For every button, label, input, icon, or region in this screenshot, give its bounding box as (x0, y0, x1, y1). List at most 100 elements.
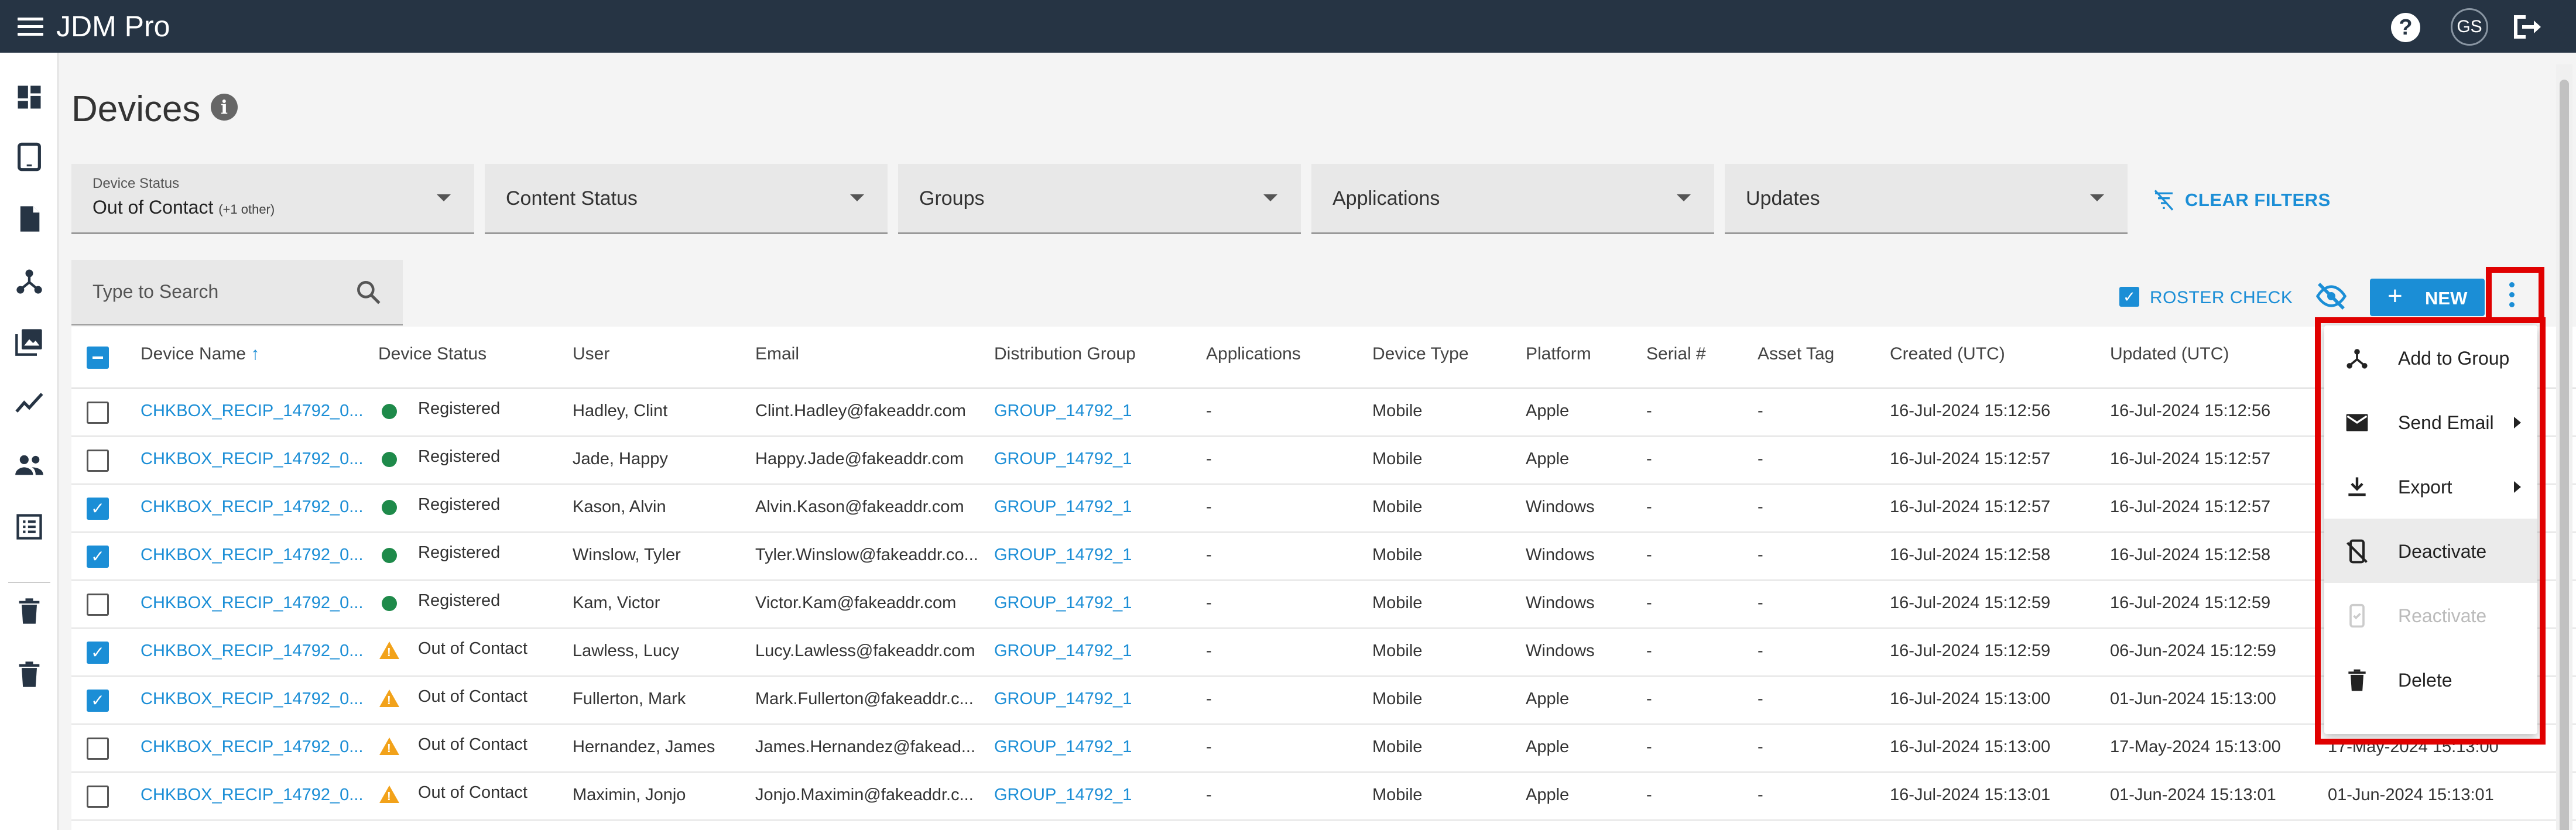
row-checkbox[interactable] (87, 594, 109, 616)
table-row[interactable]: ✓ CHKBOX_RECIP_14792_0... Registered Winslo… (71, 533, 2576, 581)
filter-content-status[interactable]: Content Status (485, 164, 888, 234)
column-header[interactable]: Device Type (1372, 344, 1469, 364)
column-header[interactable]: User (573, 344, 609, 364)
scrollbar-thumb[interactable] (2560, 80, 2569, 830)
cell-serial: - (1646, 786, 1652, 804)
chevron-down-icon (437, 194, 451, 201)
column-header[interactable]: Distribution Group (994, 344, 1136, 364)
cell-group[interactable]: GROUP_14792_1 (994, 450, 1132, 469)
table-row[interactable]: CHKBOX_RECIP_14792_0... Registered Jade, H… (71, 437, 2576, 485)
dashboard-icon[interactable] (14, 82, 44, 112)
table-row[interactable]: CHKBOX_RECIP_14792_0... Registered Kam, Vi… (71, 581, 2576, 629)
document-icon[interactable] (14, 204, 44, 234)
status-ok-icon (382, 500, 397, 515)
hamburger-menu-icon[interactable] (18, 18, 43, 36)
logout-icon[interactable] (2512, 13, 2542, 41)
trending-chart-icon[interactable] (14, 387, 44, 418)
cell-created: 16-Jul-2024 15:13:00 (1890, 738, 2051, 756)
row-checkbox[interactable]: ✓ (87, 498, 109, 520)
cell-status: Out of Contact (418, 735, 527, 754)
table-row[interactable]: CHKBOX_RECIP_14792_0... Out of Contact Max… (71, 773, 2576, 821)
cell-updated: 16-Jul-2024 15:12:57 (2110, 498, 2271, 516)
help-icon[interactable]: ? (2391, 13, 2420, 42)
column-header[interactable]: Updated (UTC) (2110, 344, 2229, 364)
photo-library-icon[interactable] (14, 327, 44, 357)
filter-device-status[interactable]: Device Status Out of Contact (+1 other) (71, 164, 474, 234)
table-row[interactable]: ✓ CHKBOX_RECIP_14792_0... Registered Kason,… (71, 485, 2576, 533)
cell-group[interactable]: GROUP_14792_1 (994, 498, 1132, 517)
cell-created: 16-Jul-2024 15:12:57 (1890, 498, 2051, 516)
table-header: Device Name ↑ Device Status User Email D… (71, 327, 2576, 389)
highlight-box (2315, 317, 2546, 745)
trash-icon[interactable] (14, 596, 44, 626)
column-header[interactable]: Serial # (1646, 344, 1706, 364)
info-icon[interactable]: i (211, 94, 238, 121)
search-input[interactable]: Type to Search (71, 260, 403, 325)
cell-name[interactable]: CHKBOX_RECIP_14792_0... (141, 594, 363, 613)
cell-name[interactable]: CHKBOX_RECIP_14792_0... (141, 738, 363, 757)
hub-icon[interactable] (14, 266, 44, 296)
cell-group[interactable]: GROUP_14792_1 (994, 402, 1132, 421)
column-header[interactable]: Asset Tag (1758, 344, 1834, 364)
people-icon[interactable] (14, 450, 44, 480)
select-all-checkbox[interactable] (87, 347, 109, 369)
row-checkbox[interactable]: ✓ (87, 690, 109, 712)
row-checkbox[interactable]: ✓ (87, 546, 109, 568)
user-avatar[interactable]: GS (2451, 8, 2488, 46)
cell-email: Tyler.Winslow@fakeaddr.co... (755, 546, 978, 564)
row-checkbox[interactable] (87, 786, 109, 808)
table-row[interactable]: CHKBOX_RECIP_14792_0... Registered Hadley,… (71, 389, 2576, 437)
trash-icon[interactable] (14, 659, 44, 690)
cell-name[interactable]: CHKBOX_RECIP_14792_0... (141, 402, 363, 421)
row-checkbox[interactable] (87, 402, 109, 424)
sort-ascending-icon: ↑ (251, 344, 260, 363)
cell-serial: - (1646, 738, 1652, 756)
cell-name[interactable]: CHKBOX_RECIP_14792_0... (141, 498, 363, 517)
column-header[interactable]: Platform (1526, 344, 1591, 364)
filter-value: Content Status (506, 187, 638, 210)
chevron-down-icon (1677, 194, 1691, 201)
cell-group[interactable]: GROUP_14792_1 (994, 546, 1132, 565)
cell-type: Mobile (1372, 690, 1423, 708)
filter-applications[interactable]: Applications (1311, 164, 1714, 234)
filter-value: Out of Contact (+1 other) (93, 197, 275, 218)
column-header[interactable]: Device Status (378, 344, 487, 364)
column-header[interactable]: Created (UTC) (1890, 344, 2005, 364)
cell-platform: Windows (1526, 642, 1595, 660)
table-row[interactable]: CHKBOX_RECIP_14792_0... Out of Contact Her… (71, 725, 2576, 773)
new-button[interactable]: + NEW (2370, 279, 2485, 316)
column-header[interactable]: Device Name ↑ (141, 344, 259, 364)
filter-updates[interactable]: Updates (1725, 164, 2128, 234)
row-checkbox[interactable] (87, 450, 109, 472)
cell-updated: 16-Jul-2024 15:12:59 (2110, 594, 2271, 612)
table-row[interactable]: ✓ CHKBOX_RECIP_14792_0... Out of Contact La… (71, 629, 2576, 677)
table-row[interactable]: ✓ CHKBOX_RECIP_14792_0... Out of Contact Fu… (71, 677, 2576, 725)
column-header[interactable]: Applications (1206, 344, 1301, 364)
cell-name[interactable]: CHKBOX_RECIP_14792_0... (141, 450, 363, 469)
cell-group[interactable]: GROUP_14792_1 (994, 738, 1132, 757)
cell-platform: Windows (1526, 594, 1595, 612)
cell-group[interactable]: GROUP_14792_1 (994, 786, 1132, 805)
vertical-scrollbar[interactable] (2556, 64, 2572, 830)
cell-name[interactable]: CHKBOX_RECIP_14792_0... (141, 642, 363, 661)
cell-name[interactable]: CHKBOX_RECIP_14792_0... (141, 690, 363, 709)
visibility-off-icon[interactable] (2315, 280, 2348, 313)
cell-asset: - (1758, 402, 1763, 420)
filter-groups[interactable]: Groups (898, 164, 1301, 234)
row-checkbox[interactable] (87, 738, 109, 760)
column-header[interactable]: Email (755, 344, 799, 364)
cell-asset: - (1758, 498, 1763, 516)
tablet-icon[interactable] (14, 142, 44, 172)
cell-apps: - (1206, 642, 1212, 660)
cell-user: Kason, Alvin (573, 498, 666, 516)
cell-user: Maximin, Jonjo (573, 786, 686, 804)
list-icon[interactable] (14, 512, 44, 542)
cell-group[interactable]: GROUP_14792_1 (994, 594, 1132, 613)
cell-name[interactable]: CHKBOX_RECIP_14792_0... (141, 546, 363, 565)
filter-label: Device Status (93, 176, 180, 191)
cell-name[interactable]: CHKBOX_RECIP_14792_0... (141, 786, 363, 805)
cell-group[interactable]: GROUP_14792_1 (994, 690, 1132, 709)
cell-updated: 17-May-2024 15:13:00 (2110, 738, 2281, 756)
row-checkbox[interactable]: ✓ (87, 642, 109, 664)
cell-group[interactable]: GROUP_14792_1 (994, 642, 1132, 661)
